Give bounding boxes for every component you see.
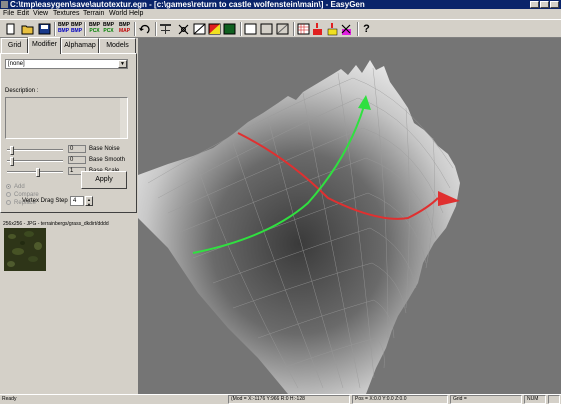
compare-radio[interactable] <box>6 192 11 197</box>
base-smooth-thumb[interactable] <box>10 157 14 166</box>
bmp-load-label: BMP <box>70 28 83 34</box>
open-folder-icon[interactable] <box>20 22 35 36</box>
vertex-drag-input[interactable]: 4 <box>70 196 84 206</box>
base-noise-value[interactable]: 0 <box>68 145 86 153</box>
add-radio-label: Add <box>14 184 25 190</box>
terrain-mesh[interactable] <box>138 38 561 394</box>
menu-view[interactable]: View <box>33 9 48 19</box>
toolbar-separator <box>240 22 242 36</box>
app-icon <box>1 1 8 8</box>
pcx-load-label: PCX <box>103 28 114 34</box>
base-smooth-label: Base Smooth <box>89 157 126 163</box>
terrain-viewport[interactable] <box>138 38 561 394</box>
maximize-button[interactable] <box>540 1 549 8</box>
texture-preview[interactable] <box>4 228 46 271</box>
base-scale-slider[interactable] <box>7 168 63 177</box>
modifier-pane: [none] ▼ Description : 0 Base Noise 0 Ba… <box>0 53 137 213</box>
add-radio[interactable] <box>6 184 11 189</box>
pcx-load-button[interactable]: BMP PCX <box>101 22 116 36</box>
minimize-button[interactable] <box>530 1 539 8</box>
replace-radio[interactable] <box>6 200 11 205</box>
paint-yellow-icon[interactable] <box>325 22 340 36</box>
vertex-drag-spinner[interactable]: ▲ ▼ <box>85 196 93 207</box>
toolbar-separator <box>293 22 295 36</box>
vertex-drag-label: Vertex Drag Step <box>22 198 68 204</box>
map-label: MAP <box>118 28 131 34</box>
terrain-surface <box>138 60 460 394</box>
wireframe-icon[interactable] <box>243 22 258 36</box>
navigate-icon[interactable] <box>158 22 173 36</box>
base-scale-thumb[interactable] <box>36 168 40 177</box>
menu-edit[interactable]: Edit <box>17 9 29 19</box>
toolbar-separator <box>84 22 86 36</box>
new-file-icon[interactable] <box>3 22 18 36</box>
window-title: C:\tmp\easygen\save\autotextur.egn - [c:… <box>10 0 365 9</box>
base-smooth-slider[interactable] <box>7 157 63 166</box>
menu-terrain[interactable]: Terrain <box>83 9 104 19</box>
save-disk-icon[interactable] <box>37 22 52 36</box>
modifier-select[interactable]: [none] ▼ <box>5 59 128 69</box>
toolbar: BMP BMP BMP BMP BMP PCX BMP PCX BMP MAP ? <box>0 19 561 38</box>
grid-texture-icon[interactable] <box>296 22 311 36</box>
menu-help[interactable]: Help <box>129 9 143 19</box>
menu-bar: File Edit View Textures Terrain World He… <box>0 9 561 19</box>
tab-modifier[interactable]: Modifier <box>28 37 61 54</box>
toolbar-separator <box>155 22 157 36</box>
close-button[interactable] <box>550 1 559 8</box>
base-noise-slider[interactable] <box>7 146 63 155</box>
menu-file[interactable]: File <box>3 9 14 19</box>
green-mode-icon[interactable] <box>222 22 237 36</box>
pcx-save-label: PCX <box>89 28 100 34</box>
bmp-load-button[interactable]: BMP BMP <box>69 22 84 36</box>
chevron-down-icon[interactable]: ▼ <box>118 60 127 68</box>
base-noise-label: Base Noise <box>89 146 120 152</box>
color-mode-icon[interactable] <box>207 22 222 36</box>
map-export-button[interactable]: BMP MAP <box>117 22 132 36</box>
menu-world[interactable]: World <box>109 9 127 19</box>
texture-info: 256x256 - JPG - terrainbergs/grass_dkdir… <box>3 221 109 227</box>
description-scrollbar[interactable] <box>120 98 127 138</box>
menu-textures[interactable]: Textures <box>53 9 79 19</box>
view-mode-icon[interactable] <box>192 22 207 36</box>
tab-models[interactable]: Models <box>99 38 136 53</box>
tab-alphamap[interactable]: Alphamap <box>61 38 99 53</box>
status-bar: Ready (Mod = X:-1176 Y:966 R:0 H:-128 Po… <box>0 394 561 404</box>
pcx-save-button[interactable]: BMP PCX <box>87 22 102 36</box>
bmp-save-label: BMP <box>57 28 70 34</box>
flat-icon[interactable] <box>259 22 274 36</box>
apply-button[interactable]: Apply <box>81 171 127 189</box>
toolbar-separator <box>134 22 136 36</box>
base-noise-thumb[interactable] <box>10 146 14 155</box>
undo-icon[interactable] <box>137 22 152 36</box>
description-box[interactable] <box>5 97 128 139</box>
app-window: C:\tmp\easygen\save\autotextur.egn - [c:… <box>0 0 561 404</box>
remove-paint-icon[interactable] <box>339 22 354 36</box>
target-icon[interactable] <box>176 22 191 36</box>
title-bar[interactable]: C:\tmp\easygen\save\autotextur.egn - [c:… <box>0 0 561 9</box>
tab-grid[interactable]: Grid <box>1 38 28 53</box>
side-panel: Grid Modifier Alphamap Models [none] ▼ D… <box>0 37 138 394</box>
modifier-select-value: [none] <box>8 61 25 67</box>
description-label: Description : <box>5 88 39 94</box>
paint-red-icon[interactable] <box>310 22 325 36</box>
shaded-icon[interactable] <box>275 22 290 36</box>
help-button[interactable]: ? <box>359 22 374 36</box>
base-smooth-value[interactable]: 0 <box>68 156 86 164</box>
